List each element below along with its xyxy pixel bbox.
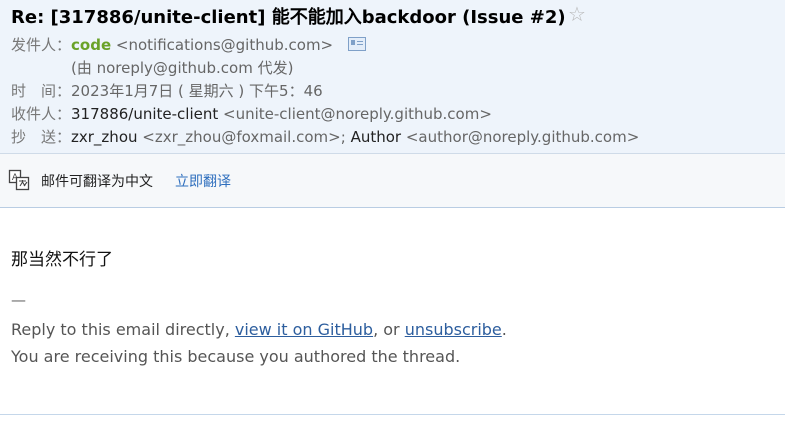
translate-now-link[interactable]: 立即翻译 xyxy=(175,171,231,191)
sender-address[interactable]: <notifications@github.com> xyxy=(116,36,333,54)
signature-dash: — xyxy=(11,291,26,309)
cc-name-1[interactable]: zxr_zhou xyxy=(71,128,137,146)
sender-name[interactable]: code xyxy=(71,36,111,54)
unsubscribe-link[interactable]: unsubscribe xyxy=(405,320,502,339)
to-row: 收件人：317886/unite-client <unite-client@no… xyxy=(11,104,492,124)
via-row: (由 noreply@github.com 代发) xyxy=(71,58,293,78)
cc-address-1[interactable]: <zxr_zhou@foxmail.com>; xyxy=(142,128,346,146)
translate-icon: A xyxy=(8,169,30,191)
translate-hint: 邮件可翻译为中文 xyxy=(41,174,153,190)
time-value: 2023年1月7日 ( 星期六 ) 下午5：46 xyxy=(71,82,323,100)
star-icon[interactable]: ☆ xyxy=(568,2,586,26)
reply-mid: , or xyxy=(373,320,405,339)
receiving-notice: You are receiving this because you autho… xyxy=(11,347,461,366)
translate-bar: A 邮件可翻译为中文 立即翻译 xyxy=(0,153,785,208)
email-header: Re: [317886/unite-client] 能不能加入backdoor … xyxy=(0,0,785,153)
bottom-divider xyxy=(0,414,785,415)
cc-address-2[interactable]: <author@noreply.github.com> xyxy=(406,128,639,146)
cc-label: 抄 送： xyxy=(11,128,72,146)
time-row: 时 间：2023年1月7日 ( 星期六 ) 下午5：46 xyxy=(11,81,323,101)
reply-end: . xyxy=(501,320,507,339)
from-row: 发件人：code <notifications@github.com> xyxy=(11,35,366,55)
reply-line: Reply to this email directly, view it on… xyxy=(11,320,507,339)
email-body: 那当然不行了 xyxy=(11,250,113,270)
from-label: 发件人： xyxy=(11,36,72,54)
reply-prefix: Reply to this email directly, xyxy=(11,320,235,339)
time-label: 时 间： xyxy=(11,82,72,100)
cc-row: 抄 送：zxr_zhou <zxr_zhou@foxmail.com>; Aut… xyxy=(11,127,639,147)
to-label: 收件人： xyxy=(11,105,72,123)
email-subject: Re: [317886/unite-client] 能不能加入backdoor … xyxy=(11,7,566,28)
via-text: (由 noreply@github.com 代发) xyxy=(71,59,294,77)
contact-card-icon[interactable] xyxy=(347,37,366,51)
view-on-github-link[interactable]: view it on GitHub xyxy=(235,320,373,339)
recipient-address[interactable]: <unite-client@noreply.github.com> xyxy=(223,105,492,123)
recipient-name[interactable]: 317886/unite-client xyxy=(71,105,218,123)
cc-name-2[interactable]: Author xyxy=(351,128,402,146)
